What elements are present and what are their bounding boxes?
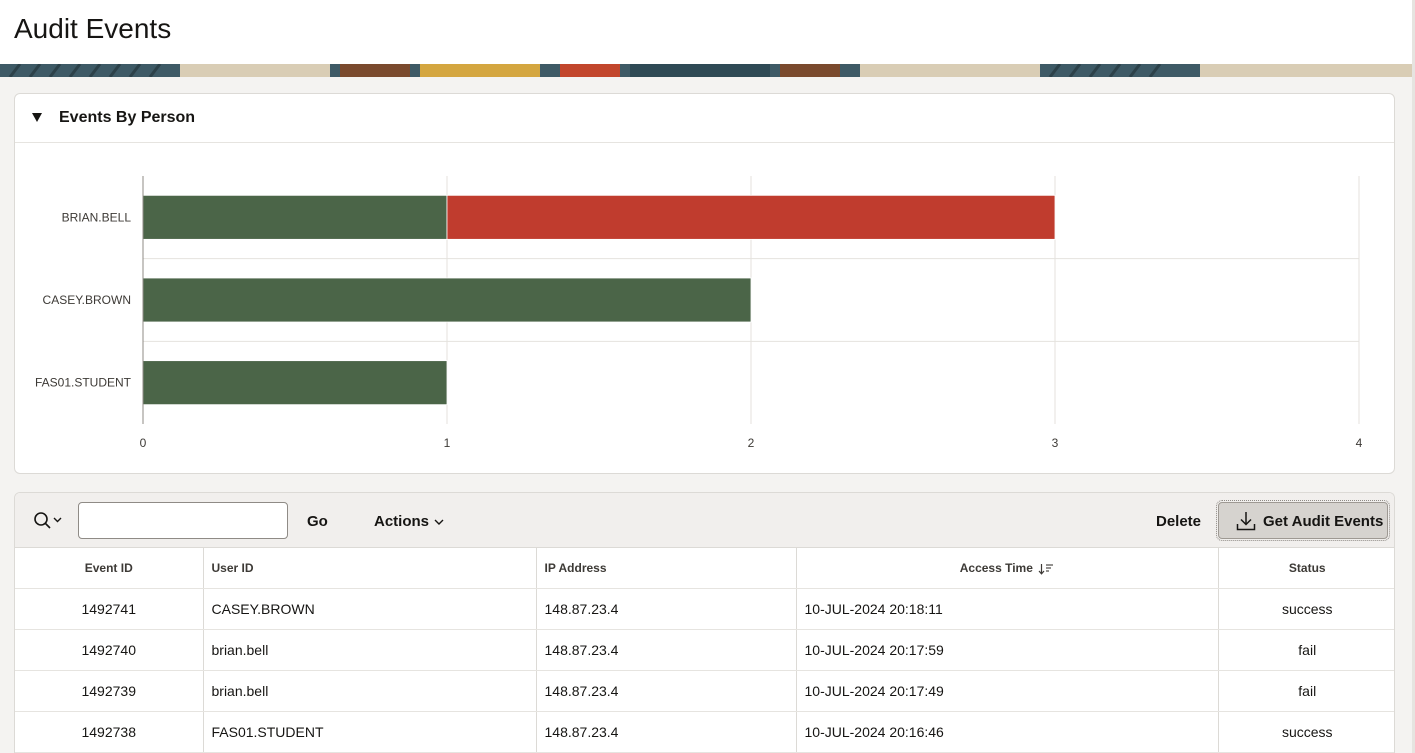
table-header-row: Event ID User ID IP Address Access Time … [15, 548, 1394, 589]
report-toolbar: Go Actions Delete Get Audit Events [15, 493, 1394, 548]
x-tick-label: 4 [1356, 436, 1363, 450]
actions-menu-button[interactable]: Actions [374, 513, 445, 530]
cell-access-time: 10-JUL-2024 20:17:59 [796, 629, 1219, 671]
category-label: BRIAN.BELL [62, 210, 132, 224]
cell-status: fail [1218, 629, 1394, 671]
go-button[interactable]: Go [307, 513, 328, 530]
audit-events-report: Go Actions Delete Get Audit Events Event… [14, 492, 1395, 753]
bar-segment[interactable] [142, 360, 448, 406]
col-header-access-time[interactable]: Access Time [796, 548, 1219, 589]
events-by-person-region: Events By Person BRIAN.BELL CASEY.BROWN FA… [14, 93, 1395, 474]
get-audit-events-label: Get Audit Events [1263, 513, 1384, 530]
chevron-down-icon [434, 519, 444, 526]
x-tick-label: 0 [140, 436, 147, 450]
table-row: 1492739 brian.bell 148.87.23.4 10-JUL-20… [15, 670, 1394, 712]
bar-segment[interactable] [142, 277, 752, 323]
cell-access-time: 10-JUL-2024 20:17:49 [796, 670, 1219, 712]
table-row: 1492741 CASEY.BROWN 148.87.23.4 10-JUL-2… [15, 588, 1394, 630]
category-label: CASEY.BROWN [43, 293, 131, 307]
col-header-ip-address[interactable]: IP Address [536, 548, 797, 589]
search-icon [34, 512, 62, 529]
cell-event-id: 1492739 [15, 670, 204, 712]
chevron-down-icon [53, 517, 62, 523]
x-tick-label: 3 [1052, 436, 1059, 450]
col-header-event-id[interactable]: Event ID [15, 548, 204, 589]
table-row: 1492738 FAS01.STUDENT 148.87.23.4 10-JUL… [15, 711, 1394, 753]
cell-access-time: 10-JUL-2024 20:18:11 [796, 588, 1219, 630]
search-column-menu[interactable] [32, 510, 66, 532]
page-title: Audit Events [14, 13, 172, 44]
events-by-person-chart: BRIAN.BELL CASEY.BROWN FAS01.STUDENT 0 1 2 3 4 [35, 176, 1363, 450]
cell-user-id: FAS01.STUDENT [203, 711, 537, 753]
cell-status: fail [1218, 670, 1394, 712]
table-row: 1492740 brian.bell 148.87.23.4 10-JUL-20… [15, 629, 1394, 671]
audit-events-table: Event ID User ID IP Address Access Time … [15, 548, 1394, 753]
cell-ip-address: 148.87.23.4 [536, 670, 797, 712]
bar-segment[interactable] [446, 194, 1056, 240]
delete-button[interactable]: Delete [1156, 513, 1201, 530]
cell-event-id: 1492741 [15, 588, 204, 630]
bar-segment[interactable] [142, 194, 448, 240]
col-header-user-id[interactable]: User ID [203, 548, 537, 589]
page-header: Audit Events [0, 0, 1412, 64]
cell-status: success [1218, 711, 1394, 753]
download-icon [1236, 512, 1256, 531]
x-tick-label: 1 [444, 436, 451, 450]
cell-user-id: brian.bell [203, 670, 537, 712]
cell-user-id: CASEY.BROWN [203, 588, 537, 630]
category-label: FAS01.STUDENT [35, 376, 132, 390]
search-input[interactable] [78, 502, 288, 539]
access-time-label: Access Time [959, 560, 1033, 575]
cell-status: success [1218, 588, 1394, 630]
get-audit-events-button[interactable]: Get Audit Events [1216, 500, 1390, 541]
cell-ip-address: 148.87.23.4 [536, 711, 797, 753]
sort-descending-icon [1038, 563, 1054, 575]
col-header-status[interactable]: Status [1218, 548, 1394, 589]
cell-user-id: brian.bell [203, 629, 537, 671]
cell-ip-address: 148.87.23.4 [536, 629, 797, 671]
cell-event-id: 1492738 [15, 711, 204, 753]
cell-ip-address: 148.87.23.4 [536, 588, 797, 630]
x-tick-label: 2 [748, 436, 755, 450]
decorative-banner [0, 64, 1412, 77]
cell-access-time: 10-JUL-2024 20:16:46 [796, 711, 1219, 753]
cell-event-id: 1492740 [15, 629, 204, 671]
actions-label: Actions [374, 513, 430, 530]
